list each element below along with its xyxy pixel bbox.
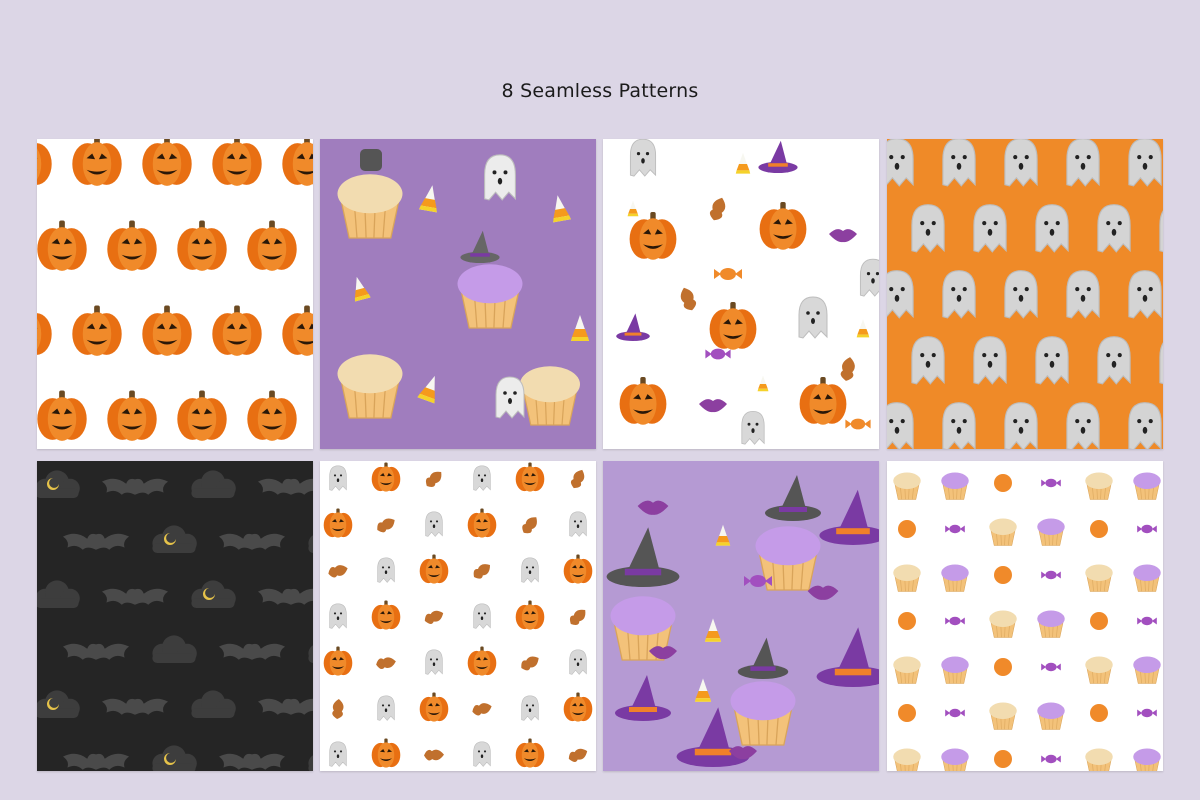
pattern-tile-pumpkins xyxy=(37,139,313,449)
pattern-tile-cupcakes xyxy=(320,139,596,449)
pattern-tile-bats xyxy=(37,461,313,771)
pattern-tile-ghosts xyxy=(887,139,1163,449)
pattern-tile-mixed xyxy=(603,139,879,449)
pattern-tile-witch-hats xyxy=(603,461,879,771)
pattern-grid xyxy=(37,139,1163,795)
page-title: 8 Seamless Patterns xyxy=(501,80,699,102)
pattern-tile-small-cupcakes xyxy=(887,461,1163,771)
pattern-tile-small-mixed xyxy=(320,461,596,771)
